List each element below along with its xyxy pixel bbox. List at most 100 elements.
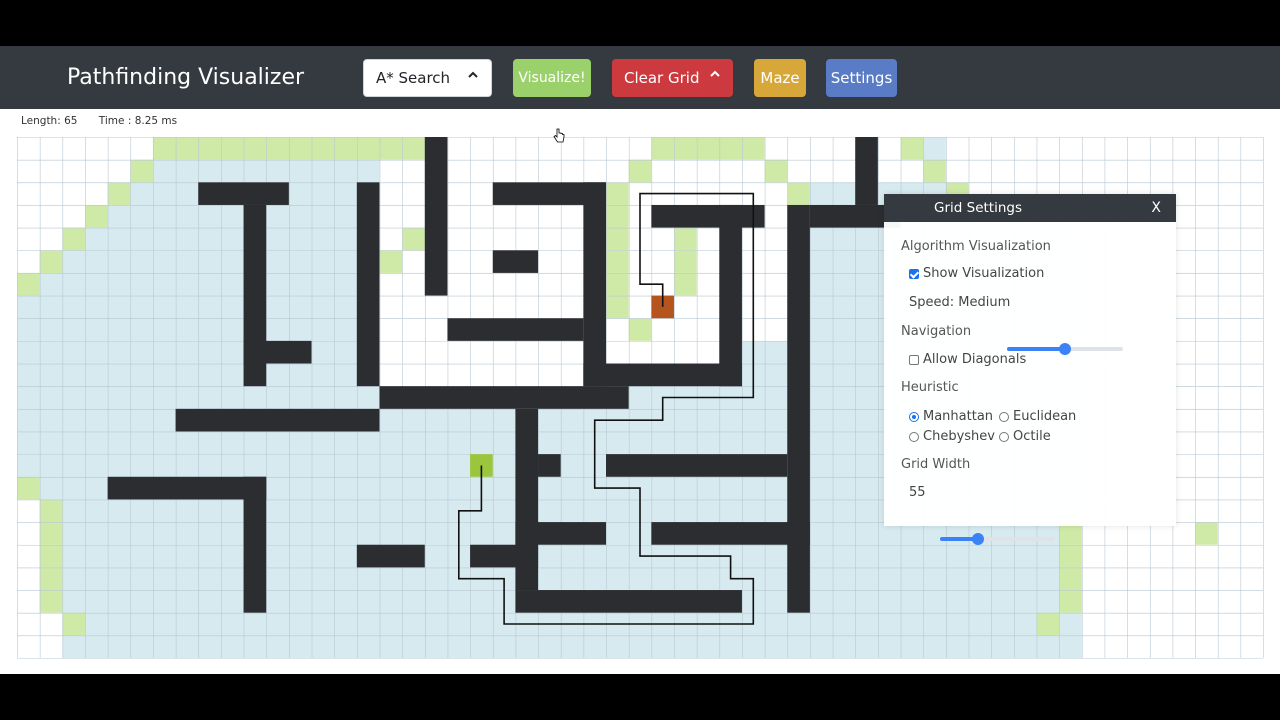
wall-segment bbox=[855, 137, 878, 205]
unvisited-cell-run bbox=[17, 227, 63, 251]
wall-segment bbox=[515, 590, 742, 613]
wall-segment bbox=[651, 522, 810, 545]
frontier-cell bbox=[130, 159, 153, 183]
wall-segment bbox=[379, 386, 629, 409]
frontier-cell bbox=[39, 522, 63, 545]
algorithm-select[interactable]: A* Search bbox=[363, 59, 492, 97]
frontier-cell bbox=[606, 250, 629, 273]
frontier-cell bbox=[107, 182, 131, 205]
speed-slider-fill bbox=[1007, 347, 1065, 351]
frontier-cell bbox=[39, 499, 63, 523]
show-visualization-checkbox[interactable] bbox=[909, 268, 919, 279]
frontier-cell bbox=[900, 137, 924, 160]
frontier-cell bbox=[1036, 612, 1060, 636]
heuristic-manhattan-radio[interactable] bbox=[909, 411, 919, 422]
heuristic-chebyshev-radio[interactable] bbox=[909, 431, 919, 442]
unvisited-cell-run bbox=[17, 137, 153, 160]
settings-panel-title: Grid Settings bbox=[934, 200, 1022, 216]
unvisited-cell-run bbox=[1081, 544, 1263, 568]
heuristic-octile-radio[interactable] bbox=[999, 431, 1009, 442]
speed-label: Speed: Medium bbox=[909, 295, 1011, 310]
wall-segment bbox=[356, 182, 380, 387]
maze-button[interactable]: Maze bbox=[754, 59, 806, 97]
close-button[interactable]: X bbox=[1151, 200, 1161, 216]
wall-segment bbox=[175, 408, 380, 432]
frontier-cell bbox=[1059, 567, 1082, 591]
run-time: Time : 8.25 ms bbox=[98, 115, 178, 127]
frontier-cell bbox=[628, 318, 652, 341]
frontier-cell bbox=[39, 250, 63, 273]
heuristic-manhattan-option[interactable]: Manhattan bbox=[909, 409, 993, 424]
frontier-cell bbox=[628, 159, 652, 183]
navigation-section-heading: Navigation bbox=[901, 324, 972, 339]
heuristic-euclidean-radio[interactable] bbox=[999, 411, 1009, 422]
heuristic-octile-label: Octile bbox=[1013, 429, 1051, 444]
allow-diagonals-label: Allow Diagonals bbox=[923, 352, 1027, 367]
settings-button[interactable]: Settings bbox=[826, 59, 897, 97]
unvisited-cell-run bbox=[17, 635, 63, 658]
frontier-cell bbox=[84, 204, 108, 228]
speed-row: Speed: Medium bbox=[909, 295, 1010, 310]
unvisited-cell-run bbox=[764, 137, 901, 160]
unvisited-cell-run bbox=[17, 612, 63, 636]
grid-width-value: 55 bbox=[909, 485, 926, 500]
chevron-up-icon[interactable] bbox=[709, 68, 721, 80]
unvisited-cell-run bbox=[1081, 612, 1263, 636]
unvisited-cell-run bbox=[606, 318, 720, 341]
speed-slider-thumb[interactable] bbox=[1059, 343, 1071, 355]
unvisited-cell-run bbox=[17, 204, 85, 228]
grid-width-row: 55 bbox=[909, 485, 926, 500]
show-visualization-option[interactable]: Show Visualization bbox=[909, 266, 1044, 281]
heuristic-manhattan-label: Manhattan bbox=[923, 409, 994, 424]
wall-segment bbox=[243, 476, 267, 613]
frontier-cell bbox=[402, 227, 425, 251]
frontier-cell bbox=[606, 272, 629, 296]
frontier-cell bbox=[651, 137, 765, 160]
wall-segment bbox=[447, 318, 584, 341]
clear-grid-button[interactable]: Clear Grid bbox=[612, 59, 733, 97]
speed-slider[interactable] bbox=[1007, 343, 1123, 355]
visualize-button[interactable]: Visualize! bbox=[513, 59, 591, 97]
unvisited-cell-run bbox=[1081, 635, 1263, 658]
heuristic-euclidean-option[interactable]: Euclidean bbox=[999, 409, 1076, 424]
grid-width-section-heading: Grid Width bbox=[901, 457, 971, 472]
wall-segment bbox=[243, 340, 312, 364]
hand-pointer-icon bbox=[553, 128, 565, 149]
frontier-cell bbox=[62, 612, 85, 636]
frontier-cell bbox=[673, 250, 697, 273]
frontier-cell bbox=[606, 227, 629, 251]
frontier-cell bbox=[39, 544, 63, 568]
allow-diagonals-checkbox[interactable] bbox=[909, 354, 919, 365]
unvisited-cell-run bbox=[379, 363, 584, 387]
unvisited-cell-run bbox=[17, 544, 40, 568]
frontier-cell bbox=[39, 590, 63, 613]
heuristic-chebyshev-option[interactable]: Chebyshev bbox=[909, 429, 995, 444]
heuristic-euclidean-label: Euclidean bbox=[1013, 409, 1077, 424]
frontier-cell bbox=[1195, 522, 1218, 545]
frontier-cell bbox=[606, 295, 629, 319]
wall-segment bbox=[583, 182, 607, 387]
grid-width-slider[interactable] bbox=[940, 533, 1054, 545]
heuristic-octile-option[interactable]: Octile bbox=[999, 429, 1051, 444]
unvisited-cell-run bbox=[945, 137, 1263, 160]
frontier-cell bbox=[787, 182, 810, 205]
wall-segment bbox=[515, 522, 607, 545]
frontier-cell bbox=[17, 272, 40, 296]
unvisited-cell-run bbox=[17, 159, 131, 183]
wall-segment bbox=[107, 476, 267, 500]
path-length: Length: 65 bbox=[21, 115, 78, 127]
wall-segment bbox=[583, 363, 742, 387]
allow-diagonals-option[interactable]: Allow Diagonals bbox=[909, 352, 1026, 367]
frontier-cell bbox=[152, 137, 425, 160]
unvisited-cell-run bbox=[17, 567, 40, 591]
frontier-cell bbox=[606, 204, 629, 228]
frontier-cell bbox=[923, 159, 946, 183]
frontier-cell bbox=[1059, 544, 1082, 568]
algorithm-select-value: A* Search bbox=[376, 69, 451, 87]
grid-width-slider-thumb[interactable] bbox=[971, 533, 984, 545]
clear-grid-label: Clear Grid bbox=[624, 69, 700, 87]
stats-bar: Length: 65 Time : 8.25 ms bbox=[21, 115, 195, 127]
frontier-cell bbox=[17, 476, 40, 500]
frontier-cell bbox=[379, 250, 403, 273]
frontier-cell bbox=[673, 227, 697, 251]
